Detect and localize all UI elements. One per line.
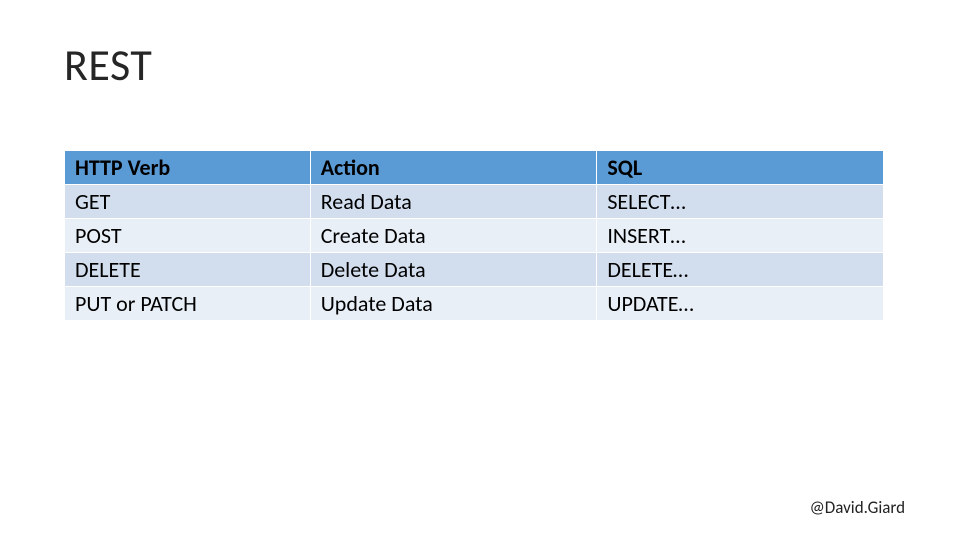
cell-verb: GET bbox=[65, 185, 311, 219]
cell-action: Create Data bbox=[310, 219, 597, 253]
slide: REST HTTP Verb Action SQL GET Read Data … bbox=[0, 0, 960, 540]
cell-sql: UPDATE… bbox=[597, 287, 884, 321]
cell-sql: SELECT… bbox=[597, 185, 884, 219]
page-title: REST bbox=[64, 38, 152, 92]
table-header-row: HTTP Verb Action SQL bbox=[65, 151, 884, 185]
table-row: POST Create Data INSERT… bbox=[65, 219, 884, 253]
table-row: GET Read Data SELECT… bbox=[65, 185, 884, 219]
cell-verb: PUT or PATCH bbox=[65, 287, 311, 321]
col-header-sql: SQL bbox=[597, 151, 884, 185]
cell-verb: POST bbox=[65, 219, 311, 253]
cell-action: Read Data bbox=[310, 185, 597, 219]
col-header-http-verb: HTTP Verb bbox=[65, 151, 311, 185]
cell-action: Update Data bbox=[310, 287, 597, 321]
cell-action: Delete Data bbox=[310, 253, 597, 287]
cell-sql: DELETE… bbox=[597, 253, 884, 287]
rest-table: HTTP Verb Action SQL GET Read Data SELEC… bbox=[64, 150, 884, 321]
cell-verb: DELETE bbox=[65, 253, 311, 287]
table-row: DELETE Delete Data DELETE… bbox=[65, 253, 884, 287]
cell-sql: INSERT… bbox=[597, 219, 884, 253]
footer-handle: @David.Giard bbox=[810, 497, 905, 518]
table-row: PUT or PATCH Update Data UPDATE… bbox=[65, 287, 884, 321]
col-header-action: Action bbox=[310, 151, 597, 185]
